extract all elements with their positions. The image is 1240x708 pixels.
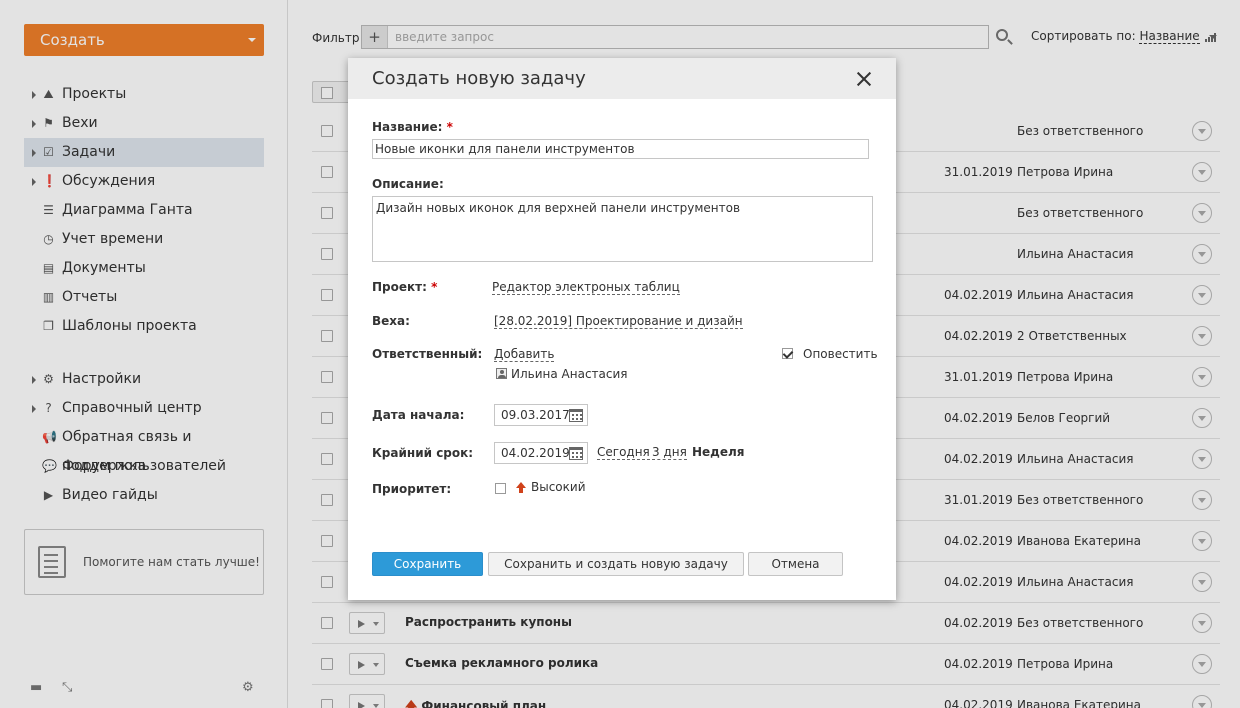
high-priority-icon [516,482,526,494]
user-icon [496,368,507,379]
description-textarea[interactable]: Дизайн новых иконок для верхней панели и… [372,196,873,262]
add-responsible-link[interactable]: Добавить [494,347,555,362]
responsible-label: Ответственный: [372,347,483,361]
milestone-selector[interactable]: [28.02.2019] Проектирование и дизайн [494,314,743,329]
priority-label: Приоритет: [372,482,452,496]
cancel-button[interactable]: Отмена [748,552,843,576]
deadline-3days-link[interactable]: 3 дня [652,445,687,460]
calendar-icon[interactable] [569,447,583,460]
start-date-field[interactable] [494,404,588,426]
dialog-header: Создать новую задачу [348,58,896,99]
project-label: Проект: * [372,280,438,294]
task-name-input[interactable] [372,139,869,159]
start-date-input[interactable] [501,407,571,423]
project-selector[interactable]: Редактор электроных таблиц [492,280,680,295]
assignee-name: Ильина Анастасия [511,367,628,381]
deadline-week-link[interactable]: Неделя [692,445,745,459]
deadline-field[interactable] [494,442,588,464]
save-and-new-button[interactable]: Сохранить и создать новую задачу [488,552,744,576]
description-label: Описание: [372,177,444,191]
close-icon[interactable] [856,71,872,87]
deadline-input[interactable] [501,445,571,461]
dialog-title: Создать новую задачу [372,68,586,89]
deadline-today-link[interactable]: Сегодня [597,445,650,460]
deadline-label: Крайний срок: [372,446,474,460]
notify-label: Оповестить [803,347,878,361]
create-task-dialog: Создать новую задачу Название: * Описани… [348,58,896,600]
save-button[interactable]: Сохранить [372,552,483,576]
notify-checkbox[interactable] [782,348,793,359]
priority-value: Высокий [531,480,586,494]
start-date-label: Дата начала: [372,408,465,422]
priority-checkbox[interactable] [495,483,506,494]
milestone-label: Веха: [372,314,410,328]
calendar-icon[interactable] [569,409,583,422]
name-label: Название: * [372,120,453,134]
